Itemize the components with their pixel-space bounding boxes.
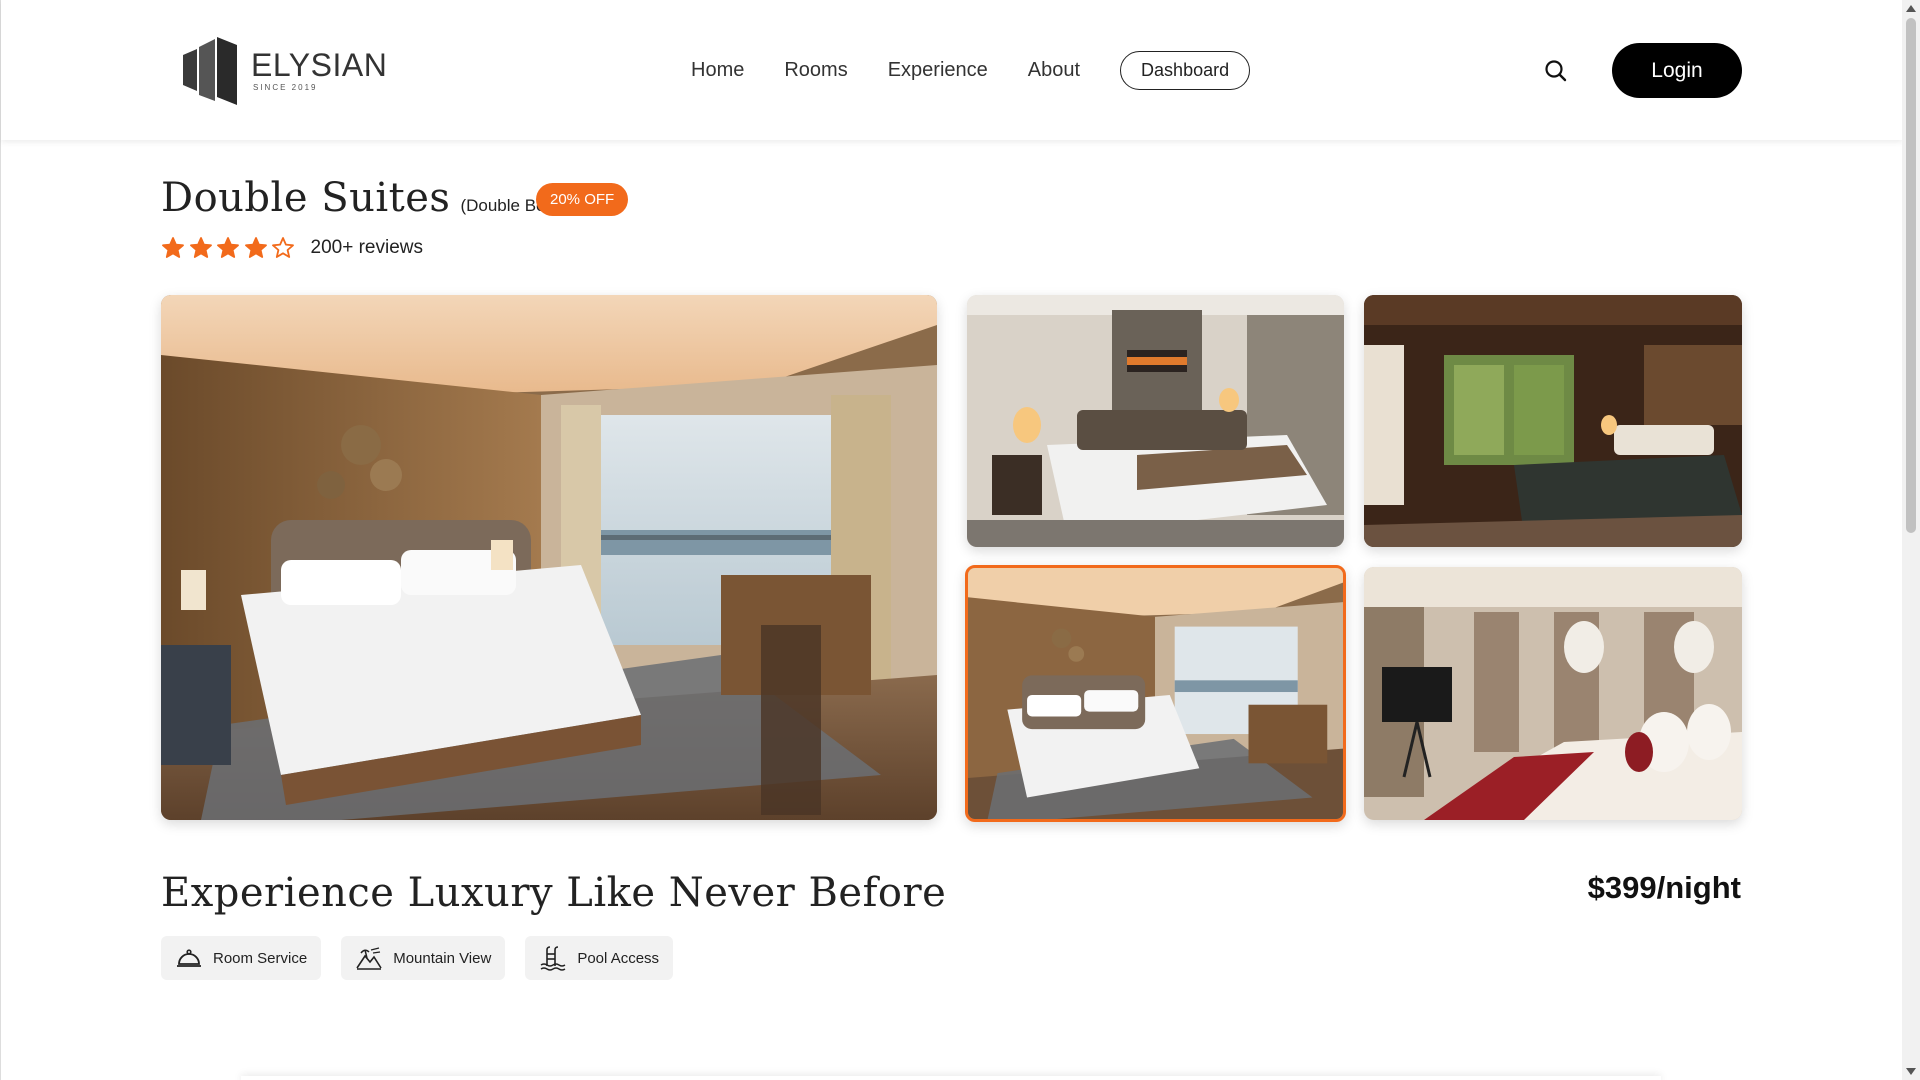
gallery-thumb-4[interactable] [1364,567,1742,820]
mountain-view-icon [356,947,382,970]
star-empty-icon [272,237,294,258]
rating-row: 200+ reviews [161,236,423,260]
room-title: Double Suites [161,175,451,221]
amenity-mountain-view: Mountain View [341,936,506,980]
main-nav: Home Rooms Experience About Dashboard [691,50,1251,90]
room-service-icon [177,949,201,967]
room-photo-main [161,295,937,820]
gallery-main-image[interactable] [161,295,937,820]
star-rating [161,236,299,260]
brand-logo[interactable]: ELYSIAN SINCE 2019 [181,34,391,106]
search-icon[interactable] [1543,58,1569,84]
login-button[interactable]: Login [1612,43,1742,98]
room-photo-thumb-2 [1364,295,1742,547]
discount-badge: 20% OFF [536,183,629,216]
next-section-edge [241,1076,1661,1080]
logo-mark-icon [183,37,237,105]
scroll-up-arrow-icon[interactable] [1906,5,1916,12]
gallery-thumb-2[interactable] [1364,295,1742,547]
nav-experience[interactable]: Experience [888,59,988,82]
scroll-down-arrow-icon[interactable] [1906,1068,1916,1075]
review-count[interactable]: 200+ reviews [311,237,423,259]
nav-rooms[interactable]: Rooms [784,59,847,82]
page-scrollbar[interactable] [1902,0,1920,1080]
star-filled-icon [189,237,212,258]
star-filled-icon [217,237,239,258]
brand-tagline: SINCE 2019 [253,82,318,92]
pool-icon [540,946,566,971]
room-price: $399/night [1587,870,1741,905]
brand-name: ELYSIAN [251,46,388,83]
section-title: Experience Luxury Like Never Before [161,870,947,916]
amenity-label: Pool Access [577,949,660,967]
room-photo-thumb-4 [1364,567,1742,820]
gallery-thumb-1[interactable] [967,295,1344,547]
amenity-label: Room Service [213,949,308,967]
nav-home[interactable]: Home [691,59,744,82]
room-photo-thumb-1 [967,295,1344,547]
star-filled-icon [244,237,267,258]
amenity-room-service: Room Service [161,936,322,980]
room-photo-thumb-3 [968,568,1343,819]
nav-about[interactable]: About [1028,59,1080,82]
scroll-thumb[interactable] [1906,18,1916,533]
star-filled-icon [162,237,184,258]
room-title-row: Double Suites (Double Bed) [161,175,561,221]
gallery-thumb-3-selected[interactable] [965,565,1346,822]
header: ELYSIAN SINCE 2019 Home Rooms Experience… [1,0,1903,140]
dashboard-button[interactable]: Dashboard [1120,50,1251,90]
amenity-label: Mountain View [393,949,492,967]
amenities-list: Room Service Mountain View Pool Access [161,936,674,980]
page: ELYSIAN SINCE 2019 Home Rooms Experience… [0,0,1903,1080]
amenity-pool-access: Pool Access [525,936,674,980]
